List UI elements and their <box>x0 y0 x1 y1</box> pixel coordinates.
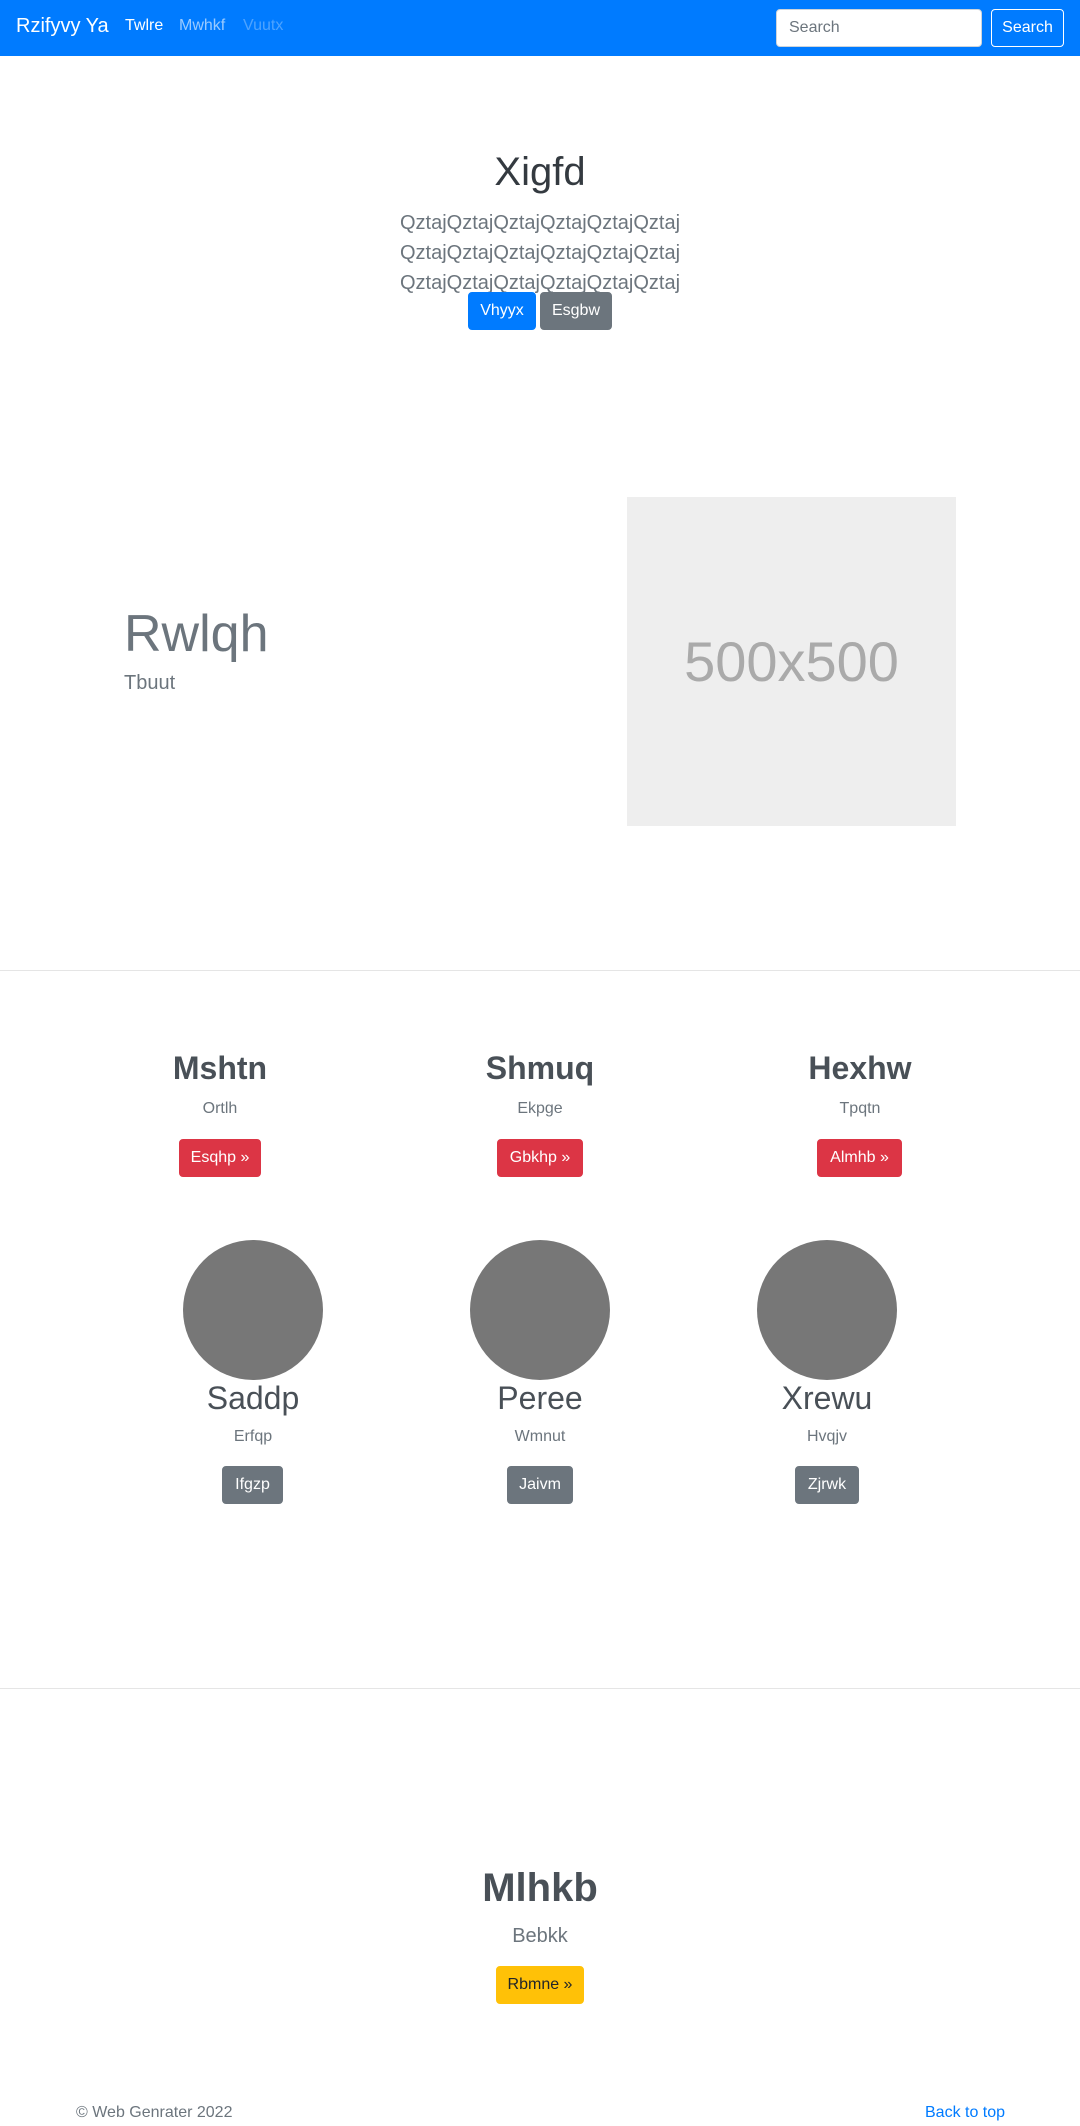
circle-button[interactable]: Jaivm <box>507 1466 573 1504</box>
avatar-circle <box>470 1240 610 1380</box>
circle-title: Xrewu <box>781 1380 873 1416</box>
nav-link-twlre[interactable]: Twlre <box>125 17 163 35</box>
hero-lead: QztajQztajQztajQztajQztajQztaj QztajQzta… <box>399 212 681 294</box>
placeholder-image-label: 500x500 <box>684 630 899 693</box>
navbar-brand[interactable]: Rzifyvy Ya <box>16 15 109 38</box>
cta-subtitle: Bebkk <box>512 1925 568 1947</box>
column-text: Tpqtn <box>839 1100 881 1117</box>
hero-secondary-button[interactable]: Esgbw <box>540 292 612 330</box>
column-text: Ekpge <box>517 1100 563 1117</box>
search-button[interactable]: Search <box>991 9 1064 47</box>
circle-title: Saddp <box>206 1380 300 1416</box>
circle-text: Erfqp <box>233 1428 273 1445</box>
back-to-top-link[interactable]: Back to top <box>925 2104 1005 2122</box>
nav-link-mwhkf[interactable]: Mwhkf <box>179 17 225 35</box>
section-divider <box>0 1688 1080 1689</box>
avatar-circle <box>757 1240 897 1380</box>
hero-primary-button[interactable]: Vhyyx <box>468 292 536 330</box>
circle-text: Wmnut <box>514 1428 566 1445</box>
hero-title: Xigfd <box>494 150 586 194</box>
circle-title: Peree <box>497 1380 583 1416</box>
column-title: Shmuq <box>485 1050 595 1086</box>
column-button[interactable]: Gbkhp » <box>497 1139 583 1177</box>
feature-subheading: Tbuut <box>124 672 176 694</box>
section-divider <box>0 970 1080 971</box>
circle-button[interactable]: Zjrwk <box>795 1466 859 1504</box>
column-text: Ortlh <box>202 1100 238 1117</box>
column-button[interactable]: Almhb » <box>817 1139 902 1177</box>
circle-button[interactable]: Ifgzp <box>222 1466 283 1504</box>
nav-link-vuutx[interactable]: Vuutx <box>243 17 283 35</box>
cta-button[interactable]: Rbmne » <box>496 1966 584 2004</box>
feature-placeholder-image: 500x500 <box>627 497 956 826</box>
avatar-circle <box>183 1240 323 1380</box>
column-title: Hexhw <box>808 1050 912 1086</box>
feature-heading: Rwlqh <box>124 605 269 663</box>
footer-copyright: © Web Genrater 2022 <box>76 2104 233 2121</box>
column-title: Mshtn <box>172 1050 268 1086</box>
search-input[interactable] <box>776 9 982 47</box>
circle-text: Hvqjv <box>806 1428 847 1445</box>
cta-title: Mlhkb <box>482 1866 598 1910</box>
column-button[interactable]: Esqhp » <box>179 1139 261 1177</box>
top-navbar: Rzifyvy Ya Twlre Mwhkf Vuutx Search <box>0 0 1080 56</box>
